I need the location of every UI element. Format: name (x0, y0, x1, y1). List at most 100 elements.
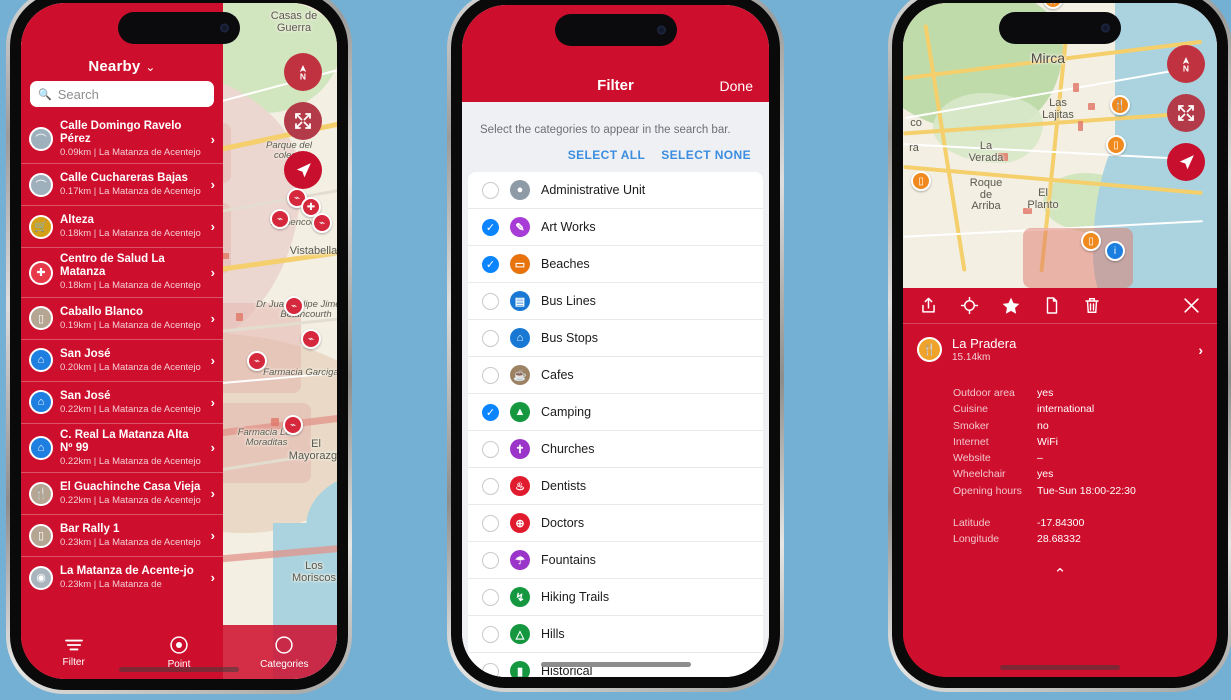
chevron-up-icon[interactable]: ⌃ (903, 565, 1217, 583)
category-list[interactable]: ● Administrative Unit ✓ ✎ Art Works ✓ ▭ Beaches… (468, 172, 763, 677)
list-item[interactable]: ▯ Caballo Blanco 0.19km | La Matanza de Ac… (21, 296, 223, 339)
tab-label: Filter (62, 656, 85, 668)
list-item[interactable]: ⌂ C. Real La Matanza Alta Nº 99 0.22km | L… (21, 422, 223, 472)
bus-stop-icon: ⌂ (510, 328, 530, 348)
category-row[interactable]: ⊕ Doctors (468, 504, 763, 541)
chevron-right-icon[interactable]: › (211, 311, 217, 326)
chevron-right-icon[interactable]: › (1198, 342, 1203, 358)
map-pin[interactable]: ⌁ (284, 296, 304, 316)
done-button[interactable]: Done (720, 78, 753, 94)
category-row[interactable]: ↯ Hiking Trails (468, 578, 763, 615)
category-row[interactable]: ☂ Fountains (468, 541, 763, 578)
tab-filter[interactable]: Filter (21, 637, 126, 668)
star-icon[interactable] (1001, 296, 1021, 316)
category-checkbox[interactable] (482, 625, 499, 643)
close-icon[interactable] (1182, 296, 1201, 315)
category-checkbox[interactable] (482, 551, 499, 569)
category-checkbox[interactable] (482, 366, 499, 384)
document-icon[interactable] (1043, 296, 1061, 315)
poi-header[interactable]: 🍴 La Pradera 15.14km › (903, 324, 1217, 367)
category-row[interactable]: ☕ Cafes (468, 356, 763, 393)
list-item[interactable]: ⌒ Calle Domingo Ravelo Pérez 0.09km | La M… (21, 115, 223, 163)
chevron-right-icon[interactable]: › (211, 486, 217, 501)
map-pin[interactable]: ⌁ (283, 415, 303, 435)
expand-button[interactable] (1167, 94, 1205, 132)
attribute-row: Internet WiFi (953, 434, 1217, 450)
category-checkbox[interactable] (482, 329, 499, 347)
expand-button[interactable] (284, 102, 322, 140)
map-pin[interactable]: ⌁ (270, 209, 290, 229)
attribute-value: 28.68332 (1037, 533, 1081, 546)
select-all-button[interactable]: SELECT ALL (568, 148, 646, 162)
north-arrow-button[interactable]: N (284, 53, 322, 91)
category-row[interactable]: ✝ Churches (468, 430, 763, 467)
cafe-icon: ☕ (510, 365, 530, 385)
trash-icon[interactable] (1083, 296, 1101, 315)
nearby-list[interactable]: ⌒ Calle Domingo Ravelo Pérez 0.09km | La M… (21, 115, 223, 679)
category-row[interactable]: ✓ ▲ Camping (468, 393, 763, 430)
category-checkbox[interactable] (482, 440, 499, 458)
chevron-down-icon[interactable]: ⌄ (145, 60, 155, 74)
category-checkbox[interactable] (482, 514, 499, 532)
category-label: Doctors (541, 516, 585, 530)
list-item[interactable]: 🛒 Alteza 0.18km | La Matanza de Acentejo › (21, 205, 223, 247)
map-pin[interactable]: ⌁ (312, 213, 332, 233)
map-pin-bar[interactable]: ▯ (911, 171, 931, 191)
locate-button[interactable] (284, 151, 322, 189)
chevron-right-icon[interactable]: › (211, 440, 217, 455)
search-placeholder: Search (57, 86, 99, 102)
chevron-right-icon[interactable]: › (211, 219, 217, 234)
category-label: Beaches (541, 257, 590, 271)
category-row[interactable]: ✓ ✎ Art Works (468, 208, 763, 245)
list-item[interactable]: ⌂ San José 0.20km | La Matanza de Acentejo… (21, 338, 223, 381)
chevron-right-icon[interactable]: › (211, 265, 217, 280)
list-item[interactable]: ⌒ Calle Cuchareras Bajas 0.17km | La Matan… (21, 163, 223, 205)
list-item[interactable]: ✚ Centro de Salud La Matanza 0.18km | La M… (21, 247, 223, 296)
select-none-button[interactable]: SELECT NONE (661, 148, 751, 162)
map-pin-restaurant[interactable]: 🍴 (1043, 3, 1063, 9)
map-pin-info[interactable]: i (1105, 241, 1125, 261)
category-checkbox[interactable] (482, 292, 499, 310)
map-pin[interactable]: ⌁ (301, 329, 321, 349)
category-row[interactable]: ⌂ Bus Stops (468, 319, 763, 356)
category-checkbox[interactable]: ✓ (482, 255, 499, 273)
category-row[interactable]: ▤ Bus Lines (468, 282, 763, 319)
category-row[interactable]: ♨ Dentists (468, 467, 763, 504)
category-row[interactable]: △ Hills (468, 615, 763, 652)
scroll-indicator[interactable] (540, 662, 691, 667)
list-item-text: El Guachinche Casa Vieja 0.22km | La Mata… (60, 481, 204, 506)
map-pin[interactable]: ⌁ (247, 351, 267, 371)
locate-button[interactable] (1167, 143, 1205, 181)
list-item[interactable]: ▯ Bar Rally 1 0.23km | La Matanza de Acent… (21, 514, 223, 556)
chevron-right-icon[interactable]: › (211, 132, 217, 147)
map-pin-bar[interactable]: ▯ (1081, 231, 1101, 251)
list-item[interactable]: ◉ La Matanza de Acente-jo 0.23km | La Mata… (21, 556, 223, 598)
category-row[interactable]: ● Administrative Unit (468, 172, 763, 208)
north-arrow-button[interactable]: N (1167, 45, 1205, 83)
category-checkbox[interactable]: ✓ (482, 403, 499, 421)
search-input[interactable]: 🔍 Search (30, 81, 214, 107)
chevron-right-icon[interactable]: › (211, 177, 217, 192)
category-checkbox[interactable]: ✓ (482, 218, 499, 236)
crosshair-icon[interactable] (960, 296, 979, 315)
nearby-title-text: Nearby (88, 58, 141, 75)
chevron-right-icon[interactable]: › (211, 353, 217, 368)
category-checkbox[interactable] (482, 588, 499, 606)
list-item[interactable]: ⌂ San José 0.22km | La Matanza de Acentejo… (21, 380, 223, 423)
map-pin-bar[interactable]: ▯ (1106, 135, 1126, 155)
map-pin-restaurant[interactable]: 🍴 (1110, 95, 1130, 115)
chevron-right-icon[interactable]: › (211, 528, 217, 543)
list-item-subtitle: 0.17km | La Matanza de Acentejo (60, 186, 201, 198)
list-item[interactable]: 🍴 El Guachinche Casa Vieja 0.22km | La Mat… (21, 472, 223, 514)
map-canvas-3[interactable]: Mirca Las Lajitas La Verada Roque de Arr… (903, 3, 1217, 288)
tab-categories[interactable]: Categories (232, 635, 337, 670)
tab-point[interactable]: Point (126, 635, 231, 670)
attribute-key: Website (953, 452, 991, 465)
category-checkbox[interactable] (482, 181, 499, 199)
category-row[interactable]: ✓ ▭ Beaches (468, 245, 763, 282)
chevron-right-icon[interactable]: › (211, 570, 217, 585)
category-checkbox[interactable] (482, 662, 499, 677)
category-checkbox[interactable] (482, 477, 499, 495)
chevron-right-icon[interactable]: › (211, 395, 217, 410)
share-icon[interactable] (919, 296, 938, 315)
